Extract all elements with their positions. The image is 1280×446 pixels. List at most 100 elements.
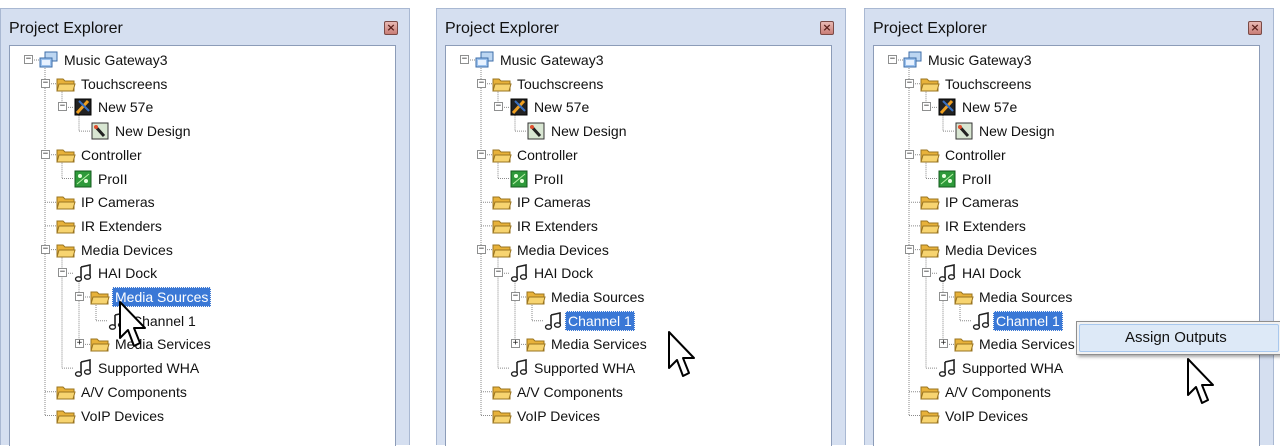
close-icon[interactable]: ×	[384, 21, 398, 35]
folder-icon	[920, 146, 940, 164]
tree-node-ip-cameras[interactable]: IP Cameras	[10, 192, 390, 212]
tree-node-media-sources[interactable]: − Media Sources	[874, 287, 1254, 307]
tree-node-media-services[interactable]: + Media Services	[446, 334, 826, 354]
tree-node-label: Channel 1	[565, 310, 635, 331]
tree-node-touchscreens[interactable]: − Touchscreens	[446, 74, 826, 94]
panel-title: Project Explorer	[9, 20, 123, 37]
close-icon[interactable]: ×	[1248, 21, 1262, 35]
tree-node-media-sources[interactable]: − Media Sources	[10, 287, 390, 307]
expand-icon[interactable]: +	[75, 339, 84, 349]
project-tree[interactable]: − Music Gateway3 − Touchscreens − New 57e New …	[9, 45, 396, 446]
tree-node-voip-devices[interactable]: VoIP Devices	[10, 406, 390, 426]
tree-node-label: New 57e	[98, 99, 154, 116]
tree-node-voip-devices[interactable]: VoIP Devices	[874, 406, 1254, 426]
collapse-icon[interactable]: −	[58, 102, 67, 112]
tree-node-controller[interactable]: − Controller	[10, 145, 390, 165]
tree-node-channel-1[interactable]: Channel 1	[10, 311, 390, 331]
tree-node-new-design[interactable]: New Design	[10, 121, 390, 141]
collapse-icon[interactable]: −	[24, 55, 33, 64]
tree-node-label: IR Extenders	[81, 217, 162, 234]
project-explorer-panel-2: Project Explorer × − Music Gateway3 − Touch…	[436, 8, 846, 446]
assign-outputs-menu-item[interactable]: Assign Outputs	[1079, 324, 1279, 352]
tree-node-channel-1[interactable]: Channel 1	[446, 310, 826, 331]
tree-node-media-devices[interactable]: − Media Devices	[874, 240, 1254, 260]
close-icon[interactable]: ×	[820, 21, 834, 35]
tree-node-media-services[interactable]: + Media Services	[10, 334, 390, 354]
tree-node-ir-extenders[interactable]: IR Extenders	[446, 216, 826, 236]
tree-node-new-design[interactable]: New Design	[446, 121, 826, 141]
tree-node-hai-dock[interactable]: − HAI Dock	[874, 263, 1254, 283]
tree-node-ip-cameras[interactable]: IP Cameras	[446, 192, 826, 212]
controller-board-icon	[73, 170, 93, 188]
mouse-pointer-icon	[1187, 358, 1214, 404]
tree-node-music-gateway3[interactable]: − Music Gateway3	[10, 50, 390, 70]
collapse-icon[interactable]: −	[58, 268, 67, 278]
tree-node-controller[interactable]: − Controller	[874, 145, 1254, 165]
project-tree[interactable]: − Music Gateway3 − Touchscreens − New 57e New …	[445, 45, 832, 446]
collapse-icon[interactable]: −	[477, 244, 486, 254]
collapse-icon[interactable]: −	[494, 268, 503, 278]
tree-node-label: Media Sources	[979, 289, 1073, 305]
tree-node-label: New 57e	[962, 99, 1018, 116]
tree-node-new-57e[interactable]: − New 57e	[874, 97, 1254, 117]
folder-icon	[492, 383, 512, 401]
collapse-icon[interactable]: −	[477, 149, 486, 159]
tree-node-music-gateway3[interactable]: − Music Gateway3	[874, 50, 1254, 70]
design-icon	[954, 122, 974, 140]
design-icon	[90, 122, 110, 140]
collapse-icon[interactable]: −	[41, 78, 50, 88]
collapse-icon[interactable]: −	[922, 268, 931, 278]
collapse-icon[interactable]: −	[905, 149, 914, 159]
collapse-icon[interactable]: −	[41, 244, 50, 254]
controller-board-icon	[509, 170, 529, 188]
tree-node-label: ProII	[98, 170, 128, 187]
folder-icon	[920, 75, 940, 93]
tree-node-music-gateway3[interactable]: − Music Gateway3	[446, 50, 826, 70]
collapse-icon[interactable]: −	[41, 149, 50, 159]
tree-node-media-devices[interactable]: − Media Devices	[10, 240, 390, 260]
tree-node-ir-extenders[interactable]: IR Extenders	[10, 216, 390, 236]
tree-node-proii[interactable]: ProII	[446, 169, 826, 189]
folder-icon	[492, 241, 512, 259]
folder-icon	[492, 193, 512, 211]
tree-node-touchscreens[interactable]: − Touchscreens	[10, 74, 390, 94]
tree-node-media-sources[interactable]: − Media Sources	[446, 287, 826, 307]
expand-icon[interactable]: +	[511, 339, 520, 349]
tree-node-label: Media Devices	[81, 241, 173, 258]
tree-node-new-57e[interactable]: − New 57e	[10, 97, 390, 117]
tree-node-proii[interactable]: ProII	[10, 169, 390, 189]
collapse-icon[interactable]: −	[905, 78, 914, 88]
tree-node-a-v-components[interactable]: A/V Components	[446, 382, 826, 402]
collapse-icon[interactable]: −	[460, 55, 469, 64]
collapse-icon[interactable]: −	[888, 55, 897, 64]
tree-node-supported-wha[interactable]: Supported WHA	[446, 358, 826, 378]
folder-icon	[56, 407, 76, 425]
tree-node-a-v-components[interactable]: A/V Components	[10, 382, 390, 402]
tree-node-voip-devices[interactable]: VoIP Devices	[446, 406, 826, 426]
collapse-icon[interactable]: −	[494, 102, 503, 112]
tree-node-new-design[interactable]: New Design	[874, 121, 1254, 141]
collapse-icon[interactable]: −	[939, 292, 948, 301]
tree-node-media-devices[interactable]: − Media Devices	[446, 240, 826, 260]
tree-node-hai-dock[interactable]: − HAI Dock	[446, 263, 826, 283]
collapse-icon[interactable]: −	[75, 292, 84, 301]
tree-node-hai-dock[interactable]: − HAI Dock	[10, 263, 390, 283]
tree-node-proii[interactable]: ProII	[874, 169, 1254, 189]
expand-icon[interactable]: +	[939, 339, 948, 349]
collapse-icon[interactable]: −	[905, 244, 914, 254]
collapse-icon[interactable]: −	[511, 292, 520, 301]
tree-node-new-57e[interactable]: − New 57e	[446, 97, 826, 117]
tree-node-ir-extenders[interactable]: IR Extenders	[874, 216, 1254, 236]
tree-node-ip-cameras[interactable]: IP Cameras	[874, 192, 1254, 212]
collapse-icon[interactable]: −	[922, 102, 931, 112]
tree-node-label: Music Gateway3	[64, 52, 168, 68]
tree-node-supported-wha[interactable]: Supported WHA	[10, 358, 390, 378]
tree-node-controller[interactable]: − Controller	[446, 145, 826, 165]
folder-icon	[920, 241, 940, 259]
folder-icon	[56, 193, 76, 211]
touchscreen-device-icon	[509, 98, 529, 116]
computer-network-icon	[475, 51, 495, 69]
tree-node-touchscreens[interactable]: − Touchscreens	[874, 74, 1254, 94]
collapse-icon[interactable]: −	[477, 78, 486, 88]
folder-icon	[954, 288, 974, 306]
